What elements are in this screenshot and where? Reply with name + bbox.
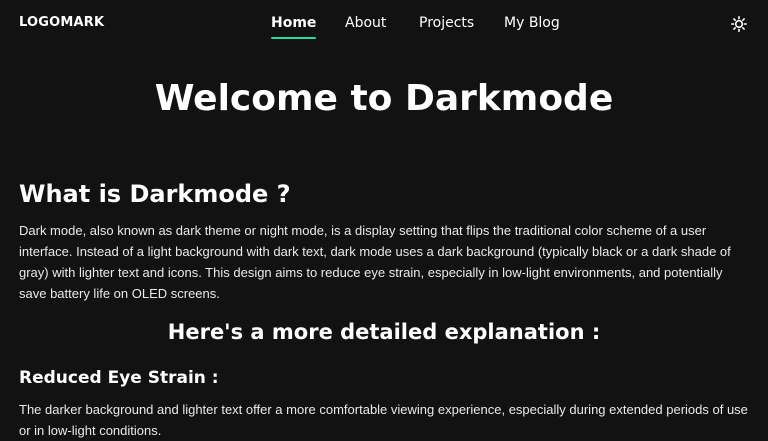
detail-title: Here's a more detailed explanation : xyxy=(167,320,601,344)
nav-link-about[interactable]: About xyxy=(345,15,386,31)
theme-toggle-button[interactable] xyxy=(731,16,747,32)
point-title: Reduced Eye Strain : xyxy=(19,368,219,388)
nav-link-home[interactable]: Home xyxy=(271,15,317,39)
nav-link-my-blog[interactable]: My Blog xyxy=(504,15,560,31)
section-paragraph: Dark mode, also known as dark theme or n… xyxy=(19,223,731,301)
nav-link-projects[interactable]: Projects xyxy=(419,15,474,31)
active-underline xyxy=(271,37,317,39)
sun-icon xyxy=(731,16,747,32)
section-title: What is Darkmode ? xyxy=(19,180,291,208)
nav-links: Home About Projects My Blog xyxy=(0,15,768,39)
navbar: LOGOMARK Home About Projects My Blog xyxy=(0,0,768,50)
point-paragraph: The darker background and lighter text o… xyxy=(19,402,748,438)
nav-link-home-label: Home xyxy=(271,15,317,31)
page-title: Welcome to Darkmode xyxy=(154,78,614,119)
